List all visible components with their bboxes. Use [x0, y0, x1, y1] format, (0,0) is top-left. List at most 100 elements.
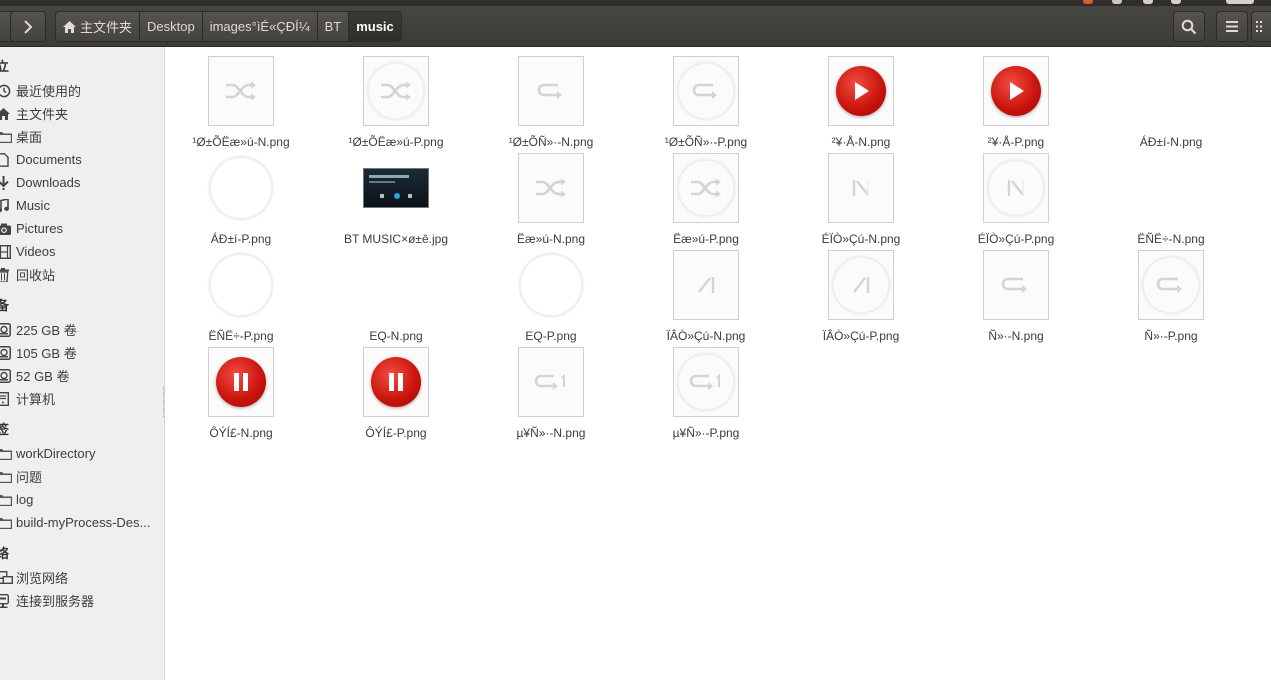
file-name: ²¥·Å-N.png [831, 135, 891, 149]
sidebar-item-devices-1[interactable]: 105 GB 卷 [0, 341, 164, 364]
tray-network-icon[interactable] [1143, 0, 1153, 4]
computer-icon [0, 391, 16, 406]
sidebar-item-places-4[interactable]: Downloads [0, 171, 164, 194]
file-name: ¹Ø±ÕÑ»·-N.png [508, 135, 594, 149]
server-icon [0, 593, 16, 608]
file-name: ÉÏÒ»Çú-N.png [821, 232, 901, 246]
document-icon [0, 152, 16, 167]
sidebar-item-label: 问题 [16, 470, 43, 485]
sidebar-item-label: 105 GB 卷 [16, 346, 77, 361]
sidebar-item-label: Music [16, 198, 50, 213]
folder-icon [0, 517, 16, 529]
file-name: ÉÏÒ»Çú-P.png [977, 232, 1055, 246]
blank-icon [363, 250, 429, 320]
file-name: ¹Ø±ÕÑ»·-P.png [664, 135, 748, 149]
sidebar-item-bookmarks-0[interactable]: workDirectory [0, 442, 164, 465]
sidebar-item-places-3[interactable]: Documents [0, 148, 164, 171]
breadcrumb-label: music [356, 19, 394, 34]
sidebar-item-places-8[interactable]: 回收站 [0, 263, 164, 286]
file-name: Ëæ»ú-P.png [673, 232, 739, 246]
breadcrumb-label: 主文件夹 [80, 20, 133, 35]
breadcrumb-bt[interactable]: BT [317, 11, 350, 42]
file-manager-window: 主文件夹 Desktop images°ìÉ«ÇÐÍ¼ BT music 立 最… [0, 0, 1271, 680]
file-name: ¹Ø±ÕËæ»ú-N.png [192, 135, 290, 149]
breadcrumb-images[interactable]: images°ìÉ«ÇÐÍ¼ [202, 11, 318, 42]
play-icon [983, 56, 1049, 126]
file-name: ÔÝÍ£-P.png [365, 426, 427, 440]
section-network-title: 络 [0, 546, 10, 561]
blank-icon [1138, 153, 1204, 223]
shuffle-ring-icon [363, 56, 429, 126]
section-places-title: 立 [0, 59, 10, 74]
pause-icon [363, 347, 429, 417]
sidebar-item-places-5[interactable]: Music [0, 194, 164, 217]
sidebar-item-label: 计算机 [16, 392, 56, 407]
menu-button[interactable] [1216, 11, 1248, 42]
sidebar-item-places-1[interactable]: 主文件夹 [0, 102, 164, 125]
forward-button[interactable] [10, 11, 46, 42]
sidebar-item-network-1[interactable]: 连接到服务器 [0, 589, 164, 612]
file-name: ËÑË÷-N.png [1137, 232, 1205, 246]
sidebar-item-bookmarks-2[interactable]: log [0, 488, 164, 511]
ring-only-icon [518, 250, 584, 320]
sidebar-item-devices-3[interactable]: 计算机 [0, 387, 164, 410]
network-icon [0, 570, 16, 585]
sidebar-item-devices-2[interactable]: 52 GB 卷 [0, 364, 164, 387]
sidebar-item-places-6[interactable]: Pictures [0, 217, 164, 240]
hamburger-menu-icon [1226, 21, 1238, 32]
file-name: Ñ»·-N.png [988, 329, 1044, 343]
repeat-ring-icon [673, 56, 739, 126]
file-grid: ¹Ø±ÕËæ»ú-N.png ¹Ø±ÕËæ»ú-P.png ¹Ø±ÕÑ»·-N.pn… [166, 47, 1271, 680]
sidebar-item-places-7[interactable]: Videos [0, 240, 164, 263]
file-name: ÏÂÒ»Çú-N.png [666, 329, 746, 343]
sidebar: 立 最近使用的主文件夹桌面 Documents Downloads Music Pict… [0, 47, 165, 680]
breadcrumb: 主文件夹 Desktop images°ìÉ«ÇÐÍ¼ BT music [55, 11, 402, 42]
file-name: ÏÂÒ»Çú-P.png [822, 329, 900, 343]
sidebar-item-network-0[interactable]: 浏览网络 [0, 566, 164, 589]
repeat-icon [518, 56, 584, 126]
trash-icon [0, 267, 16, 282]
file-name: EQ-N.png [369, 329, 423, 343]
ring-only-icon [208, 153, 274, 223]
sidebar-item-label: 浏览网络 [16, 571, 69, 586]
forward-arrow-icon [24, 19, 33, 34]
sidebar-item-label: Documents [16, 152, 82, 167]
download-icon [0, 175, 16, 190]
folder-icon [0, 471, 16, 483]
grid-view-icon [1256, 21, 1262, 32]
sidebar-item-label: Videos [16, 244, 56, 259]
breadcrumb-label: images°ìÉ«ÇÐÍ¼ [209, 19, 310, 34]
film-icon [0, 244, 16, 259]
breadcrumb-music[interactable]: music [349, 11, 402, 42]
breadcrumb-label: Desktop [147, 19, 195, 34]
tray-keyboard-icon[interactable] [1112, 0, 1122, 4]
sidebar-item-devices-0[interactable]: 225 GB 卷 [0, 318, 164, 341]
tray-sound-icon[interactable] [1171, 0, 1181, 4]
loop-ring-icon [1138, 250, 1204, 320]
breadcrumb-home[interactable]: 主文件夹 [55, 11, 141, 42]
file-name: µ¥Ñ»·-P.png [672, 426, 740, 440]
sidebar-item-bookmarks-3[interactable]: build-myProcess-Des... [0, 511, 164, 534]
breadcrumb-label: BT [324, 19, 342, 34]
shuffle-icon [518, 153, 584, 223]
next-icon [673, 250, 739, 320]
sidebar-item-bookmarks-1[interactable]: 问题 [0, 465, 164, 488]
sidebar-item-places-0[interactable]: 最近使用的 [0, 79, 164, 102]
sidebar-item-label: Pictures [16, 221, 63, 236]
toolbar: 主文件夹 Desktop images°ìÉ«ÇÐÍ¼ BT music [0, 0, 1271, 47]
sidebar-item-places-2[interactable]: 桌面 [0, 125, 164, 148]
play-icon [828, 56, 894, 126]
breadcrumb-desktop[interactable]: Desktop [140, 11, 203, 42]
tray-app-icon[interactable] [1083, 0, 1093, 4]
sidebar-item-label: 最近使用的 [16, 84, 82, 99]
file-name: Ëæ»ú-N.png [516, 232, 586, 246]
file-name: ²¥·Å-P.png [987, 135, 1045, 149]
home-icon [63, 20, 76, 33]
view-toggle-button[interactable] [1251, 11, 1271, 42]
tray-clock[interactable] [1226, 0, 1254, 4]
drive-icon [0, 345, 16, 360]
sidebar-item-label: 桌面 [16, 130, 43, 145]
search-button[interactable] [1173, 11, 1205, 42]
file-name: ÔÝÍ£-N.png [209, 426, 273, 440]
file-name: ¹Ø±ÕËæ»ú-P.png [348, 135, 444, 149]
